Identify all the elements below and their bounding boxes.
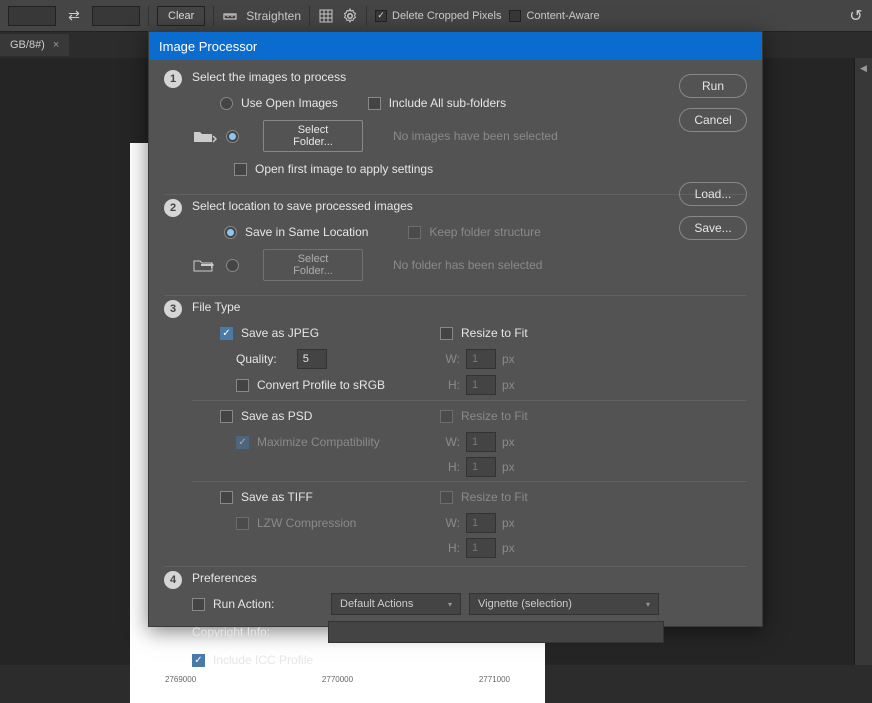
save-button[interactable]: Save...	[679, 216, 747, 240]
section-preferences: 4 Preferences Run Action: Default Action…	[164, 571, 747, 677]
crop-toolbar: ⇄ Clear Straighten Delete Cropped Pixels…	[0, 0, 872, 32]
ratio-field-2[interactable]	[92, 6, 140, 26]
run-button[interactable]: Run	[679, 74, 747, 98]
image-processor-dialog: Image Processor Run Cancel Load... Save.…	[148, 31, 763, 627]
straighten-icon[interactable]	[222, 8, 238, 24]
unit-label: px	[502, 460, 515, 474]
lzw-checkbox	[236, 517, 249, 530]
resize-label: Resize to Fit	[461, 409, 528, 423]
quality-input[interactable]	[297, 349, 327, 369]
copyright-label: Copyright Info:	[192, 625, 320, 639]
h-label: H:	[440, 541, 460, 555]
step-badge: 1	[164, 70, 182, 88]
section-title: Select the images to process	[192, 70, 747, 84]
jpeg-h-input	[466, 375, 496, 395]
document-tabs: GB/8#) ×	[0, 32, 69, 58]
cancel-button[interactable]: Cancel	[679, 108, 747, 132]
convert-srgb-label: Convert Profile to sRGB	[257, 378, 385, 392]
max-compat-label: Maximize Compatibility	[257, 435, 380, 449]
use-open-images-radio[interactable]	[220, 97, 233, 110]
run-action-checkbox[interactable]	[192, 598, 205, 611]
save-same-location-radio[interactable]	[224, 226, 237, 239]
grid-icon[interactable]	[318, 8, 334, 24]
reset-icon[interactable]: ↺	[848, 8, 864, 24]
unit-label: px	[502, 435, 515, 449]
use-open-images-label: Use Open Images	[241, 96, 338, 110]
tiff-resize-checkbox	[440, 491, 453, 504]
action-dropdown[interactable]: Vignette (selection)▾	[469, 593, 659, 615]
section-title: Select location to save processed images	[192, 199, 747, 213]
select-save-folder-radio[interactable]	[226, 259, 239, 272]
document-tab[interactable]: GB/8#) ×	[0, 34, 69, 56]
close-icon[interactable]: ×	[53, 39, 59, 51]
psd-h-input	[466, 457, 496, 477]
swap-icon[interactable]: ⇄	[64, 7, 84, 24]
h-label: H:	[440, 460, 460, 474]
select-folder-button[interactable]: Select Folder...	[263, 120, 363, 152]
straighten-label: Straighten	[246, 9, 301, 23]
lzw-label: LZW Compression	[257, 516, 356, 530]
gear-icon[interactable]	[342, 8, 358, 24]
no-folder-text: No folder has been selected	[393, 258, 542, 272]
section-file-type: 3 File Type Save as JPEG Resize to Fit Q…	[164, 300, 747, 558]
ratio-field-1[interactable]	[8, 6, 56, 26]
include-subfolders-label: Include All sub-folders	[389, 96, 506, 110]
step-badge: 2	[164, 199, 182, 217]
dialog-titlebar[interactable]: Image Processor	[149, 32, 762, 60]
resize-label: Resize to Fit	[461, 326, 528, 340]
save-jpeg-checkbox[interactable]	[220, 327, 233, 340]
section-title: File Type	[192, 300, 747, 314]
tiff-w-input	[466, 513, 496, 533]
clear-button[interactable]: Clear	[157, 6, 205, 26]
w-label: W:	[440, 516, 460, 530]
open-first-image-label: Open first image to apply settings	[255, 162, 433, 176]
unit-label: px	[502, 516, 515, 530]
section-select-images: 1 Select the images to process Use Open …	[164, 70, 747, 186]
open-first-image-checkbox[interactable]	[234, 163, 247, 176]
save-same-location-label: Save in Same Location	[245, 225, 368, 239]
psd-resize-checkbox	[440, 410, 453, 423]
dialog-title: Image Processor	[159, 39, 257, 54]
convert-srgb-checkbox[interactable]	[236, 379, 249, 392]
quality-label: Quality:	[236, 352, 277, 366]
section-save-location: 2 Select location to save processed imag…	[164, 199, 747, 287]
load-button[interactable]: Load...	[679, 182, 747, 206]
w-label: W:	[440, 352, 460, 366]
include-subfolders-checkbox[interactable]	[368, 97, 381, 110]
right-panel: ◀	[854, 58, 872, 665]
psd-w-input	[466, 432, 496, 452]
unit-label: px	[502, 541, 515, 555]
w-label: W:	[440, 435, 460, 449]
keep-folder-structure-checkbox	[408, 226, 421, 239]
resize-label: Resize to Fit	[461, 490, 528, 504]
save-jpeg-label: Save as JPEG	[241, 326, 319, 340]
step-badge: 4	[164, 571, 182, 589]
save-tiff-checkbox[interactable]	[220, 491, 233, 504]
unit-label: px	[502, 352, 515, 366]
jpeg-w-input	[466, 349, 496, 369]
expand-arrow-icon[interactable]: ◀	[855, 58, 872, 74]
keep-folder-structure-label: Keep folder structure	[429, 225, 540, 239]
save-psd-checkbox[interactable]	[220, 410, 233, 423]
folder-in-icon	[192, 128, 218, 144]
folder-out-icon	[192, 257, 218, 273]
copyright-input[interactable]	[328, 621, 664, 643]
no-images-text: No images have been selected	[393, 129, 558, 143]
delete-cropped-checkbox[interactable]: Delete Cropped Pixels	[375, 10, 501, 22]
tiff-h-input	[466, 538, 496, 558]
run-action-label: Run Action:	[213, 597, 323, 611]
step-badge: 3	[164, 300, 182, 318]
content-aware-checkbox[interactable]: Content-Aware	[509, 10, 599, 22]
save-tiff-label: Save as TIFF	[241, 490, 313, 504]
tab-label: GB/8#)	[10, 39, 45, 51]
section-title: Preferences	[192, 571, 747, 585]
select-save-folder-button[interactable]: Select Folder...	[263, 249, 363, 281]
h-label: H:	[440, 378, 460, 392]
unit-label: px	[502, 378, 515, 392]
max-compat-checkbox	[236, 436, 249, 449]
select-folder-radio[interactable]	[226, 130, 239, 143]
action-set-dropdown[interactable]: Default Actions▾	[331, 593, 461, 615]
jpeg-resize-checkbox[interactable]	[440, 327, 453, 340]
save-psd-label: Save as PSD	[241, 409, 312, 423]
